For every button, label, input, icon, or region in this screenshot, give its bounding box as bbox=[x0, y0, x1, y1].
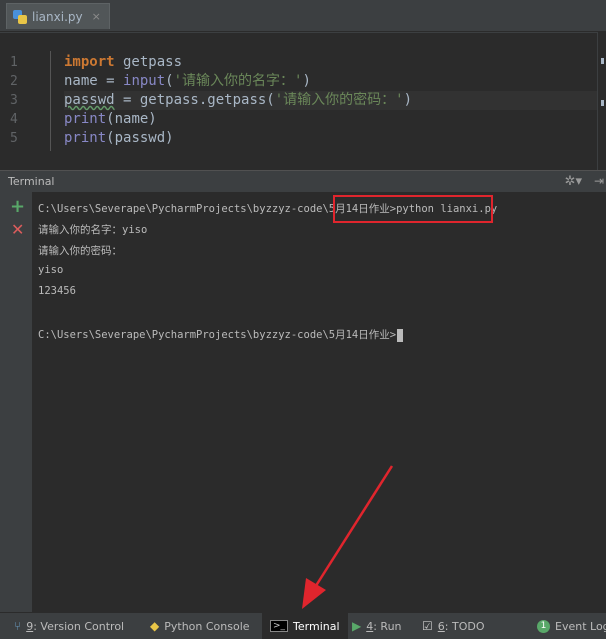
version-control-label: 9: Version Control bbox=[26, 620, 124, 633]
annotation-arrow bbox=[302, 465, 394, 609]
terminal-icon: >_ bbox=[270, 620, 289, 632]
run-label: 4: Run bbox=[366, 620, 401, 633]
todo-icon: ☑ bbox=[422, 619, 433, 633]
version-control-tab[interactable]: ⑂ 9: Version Control bbox=[14, 613, 124, 639]
event-log-tab[interactable]: 1 Event Log bbox=[537, 613, 606, 639]
terminal-tab[interactable]: >_ Terminal bbox=[262, 613, 348, 639]
todo-text: : TODO bbox=[444, 619, 485, 633]
todo-tab[interactable]: ☑ 6: TODO bbox=[422, 613, 484, 639]
arrow-head bbox=[302, 578, 326, 609]
run-icon: ▶ bbox=[352, 619, 362, 633]
todo-key: 6 bbox=[437, 619, 445, 633]
version-control-icon: ⑂ bbox=[14, 619, 22, 633]
event-log-icon: 1 bbox=[537, 619, 550, 633]
bottom-tool-window-bar: ⑂ 9: Version Control ◆ Python Console >_… bbox=[0, 612, 606, 639]
run-text: : Run bbox=[373, 619, 402, 633]
python-console-icon: ◆ bbox=[150, 619, 160, 633]
terminal-tab-label: Terminal bbox=[293, 619, 340, 633]
python-console-label: Python Console bbox=[164, 619, 250, 633]
event-log-label: Event Log bbox=[555, 619, 606, 633]
run-tab[interactable]: ▶ 4: Run bbox=[352, 613, 402, 639]
arrow-shaft bbox=[310, 465, 394, 593]
python-console-tab[interactable]: ◆ Python Console bbox=[150, 613, 250, 639]
version-control-text: : Version Control bbox=[33, 619, 125, 633]
todo-label: 6: TODO bbox=[438, 620, 485, 633]
